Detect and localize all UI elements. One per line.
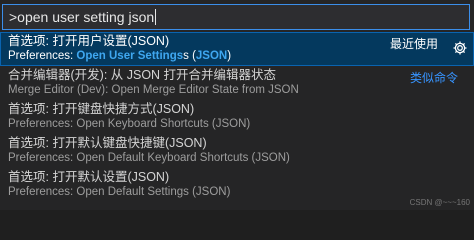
similar-commands-label: 类似命令	[409, 71, 458, 85]
subtitle-middle: s (	[183, 50, 196, 62]
command-palette: >open user setting json 首选项: 打开用户设置(JSON…	[0, 0, 474, 210]
command-item-open-keyboard-shortcuts-json[interactable]: 首选项: 打开键盘快捷方式(JSON) Preferences: Open Ke…	[0, 100, 474, 134]
command-item-open-user-settings-json[interactable]: 首选项: 打开用户设置(JSON) Preferences: Open User…	[0, 32, 474, 66]
gear-icon[interactable]	[452, 40, 468, 56]
command-item-open-default-keyboard-shortcuts-json[interactable]: 首选项: 打开默认键盘快捷键(JSON) Preferences: Open D…	[0, 134, 474, 168]
command-list: 首选项: 打开用户设置(JSON) Preferences: Open User…	[0, 32, 474, 202]
command-input-text[interactable]: >open user setting json	[9, 10, 154, 24]
subtitle-match-highlight-2: JSON	[195, 50, 228, 62]
subtitle-suffix: )	[227, 50, 232, 62]
command-item-open-default-settings-json[interactable]: 首选项: 打开默认设置(JSON) Preferences: Open Defa…	[0, 168, 474, 202]
command-item-title: 合并编辑器(开发): 从 JSON 打开合并编辑器状态	[8, 68, 277, 82]
command-item-title: 首选项: 打开默认设置(JSON)	[8, 170, 170, 184]
watermark: CSDN @~~~160	[409, 198, 470, 207]
command-item-merge-editor-open-state[interactable]: 合并编辑器(开发): 从 JSON 打开合并编辑器状态 Merge Editor…	[0, 66, 474, 100]
command-item-title: 首选项: 打开键盘快捷方式(JSON)	[8, 102, 195, 116]
subtitle-match-highlight: Open User Settings	[76, 50, 184, 62]
command-input[interactable]: >open user setting json	[2, 4, 470, 30]
command-item-subtitle: Preferences: Open Default Keyboard Short…	[8, 152, 290, 164]
recently-used-label: 最近使用	[389, 37, 438, 51]
subtitle-prefix: Preferences:	[8, 50, 77, 62]
command-item-subtitle: Merge Editor (Dev): Open Merge Editor St…	[8, 84, 299, 96]
text-caret	[155, 9, 157, 25]
command-item-subtitle: Preferences: Open Default Settings (JSON…	[8, 186, 231, 198]
command-item-subtitle: Preferences: Open Keyboard Shortcuts (JS…	[8, 118, 251, 130]
command-item-title: 首选项: 打开默认键盘快捷键(JSON)	[8, 136, 207, 150]
